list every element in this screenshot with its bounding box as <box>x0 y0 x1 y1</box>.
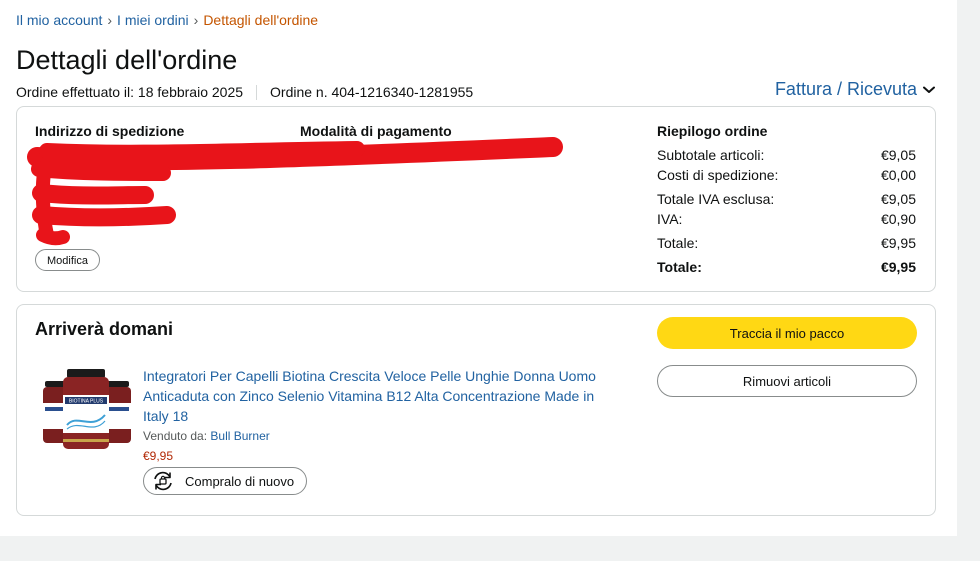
sold-by-label: Venduto da: <box>143 429 208 443</box>
invoice-link-label: Fattura / Ricevuta <box>774 79 917 99</box>
breadcrumb-separator: › <box>193 12 199 28</box>
page-side-background <box>957 0 980 561</box>
summary-label: Totale: <box>657 235 699 251</box>
shipment-card: Arriverà domani Traccia il mio pacco Rim… <box>16 304 936 516</box>
buy-again-label: Compralo di nuovo <box>185 473 295 489</box>
order-number: Ordine n. 404-1216340-1281955 <box>270 84 474 100</box>
summary-row-subtotal: Subtotale articoli: €9,05 <box>657 145 916 165</box>
order-summary-heading: Riepilogo ordine <box>657 123 768 139</box>
seller-info: Venduto da: Bull Burner <box>143 429 270 443</box>
delivery-status: Arriverà domani <box>35 319 174 339</box>
product-price: €9,95 <box>143 449 174 463</box>
meta-divider <box>256 84 258 100</box>
chevron-down-icon <box>923 86 935 93</box>
summary-value: €9,05 <box>880 147 916 163</box>
breadcrumb-my-orders[interactable]: I miei ordini <box>117 12 189 28</box>
rebuy-icon <box>154 471 172 491</box>
summary-label: Costi di spedizione: <box>657 167 779 183</box>
summary-row-vat: IVA: €0,90 <box>657 209 916 229</box>
order-summary-card: Indirizzo di spedizione Modalità di paga… <box>16 106 936 292</box>
product-image[interactable]: BIOTINA PLUS <box>41 367 133 451</box>
page-title: Dettagli dell'ordine <box>16 45 238 75</box>
order-date: Ordine effettuato il: 18 febbraio 2025 <box>16 84 244 100</box>
summary-row-total: Totale: €9,95 <box>657 233 916 253</box>
product-title-link[interactable]: Integratori Per Capelli Biotina Crescita… <box>143 366 613 426</box>
order-summary-rows: Subtotale articoli: €9,05 Costi di spedi… <box>657 145 916 277</box>
summary-value: €0,00 <box>880 167 916 183</box>
order-meta: Ordine effettuato il: 18 febbraio 2025 O… <box>16 84 473 100</box>
summary-row-shipping: Costi di spedizione: €0,00 <box>657 165 916 185</box>
edit-address-button[interactable]: Modifica <box>35 249 100 271</box>
breadcrumb-current: Dettagli dell'ordine <box>203 12 319 28</box>
breadcrumb-separator: › <box>107 12 113 28</box>
buy-again-button[interactable]: Compralo di nuovo <box>143 467 308 495</box>
summary-label: Subtotale articoli: <box>657 147 765 163</box>
summary-value: €0,90 <box>880 211 916 227</box>
invoice-dropdown[interactable]: Fattura / Ricevuta <box>775 79 935 100</box>
summary-label: Totale IVA esclusa: <box>657 191 775 207</box>
summary-row-grand-total: Totale: €9,95 <box>657 257 916 277</box>
summary-value: €9,95 <box>880 259 916 275</box>
summary-value: €9,95 <box>880 235 916 251</box>
seller-link[interactable]: Bull Burner <box>210 429 269 443</box>
summary-row-total-excl-vat: Totale IVA esclusa: €9,05 <box>657 189 916 209</box>
remove-items-button[interactable]: Rimuovi articoli <box>657 365 917 397</box>
summary-value: €9,05 <box>880 191 916 207</box>
summary-label: Totale: <box>657 259 702 275</box>
breadcrumb-my-account[interactable]: Il mio account <box>16 12 102 28</box>
breadcrumb: Il mio account › I miei ordini › Dettagli de… <box>16 12 318 28</box>
page-bottom-background <box>0 536 957 561</box>
redaction-scribble <box>27 137 563 246</box>
summary-label: IVA: <box>657 211 683 227</box>
track-package-button[interactable]: Traccia il mio pacco <box>657 317 917 349</box>
product-image-label: BIOTINA PLUS <box>69 399 104 405</box>
